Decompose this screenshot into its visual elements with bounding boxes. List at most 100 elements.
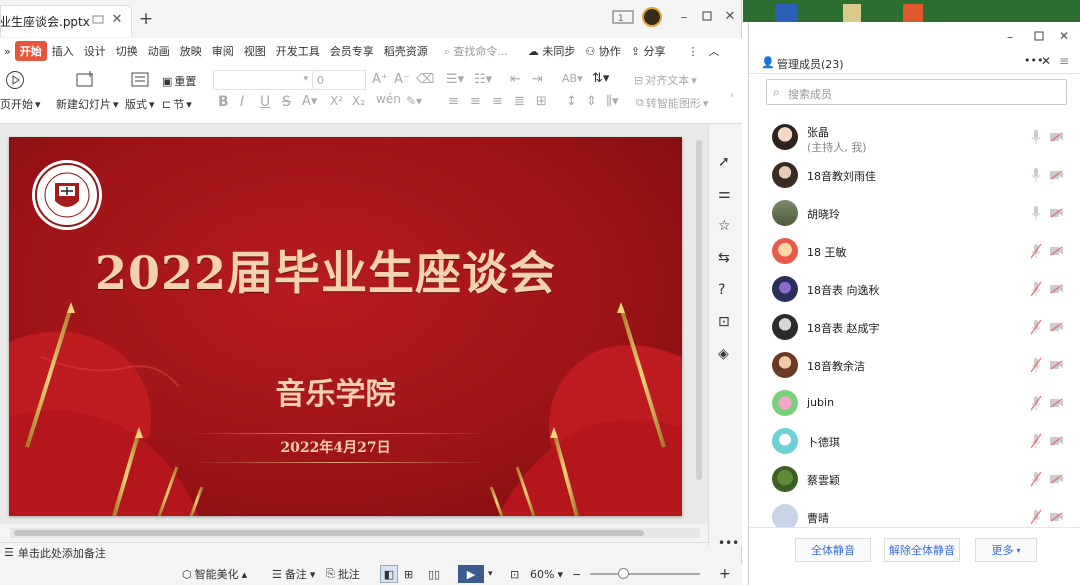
reading-view-icon[interactable]: ▯▯ [428, 568, 440, 581]
member-row[interactable]: jubin [749, 385, 1080, 423]
microphone-muted-icon[interactable] [1031, 319, 1041, 335]
unmute-all-button[interactable]: 解除全体静音 [884, 538, 960, 562]
collapse-ribbon-icon[interactable]: ︿ [704, 43, 725, 59]
menu-view[interactable]: 视图 [239, 43, 271, 59]
more-tools-icon[interactable]: ••• [718, 536, 739, 552]
new-slide-icon[interactable] [74, 70, 96, 90]
slideshow-play-button[interactable]: ▶ [458, 565, 484, 583]
zoom-select[interactable]: 60% ▾ [530, 568, 563, 581]
more-button[interactable]: 更多 ▾ [975, 538, 1037, 562]
menu-home[interactable]: 开始 [14, 41, 47, 61]
camera-off-icon[interactable] [1050, 436, 1064, 446]
fit-icon[interactable]: ⊡ [510, 568, 519, 581]
from-start-button[interactable]: 页开始 ▾ [0, 96, 41, 112]
smart-shape-button[interactable]: ⧉ 转智能图形 ▾ [636, 95, 708, 111]
close-tab-icon[interactable]: ✕ [111, 12, 123, 27]
microphone-icon[interactable] [1031, 129, 1041, 145]
member-row[interactable]: 胡晓玲 [749, 195, 1080, 233]
window-icon[interactable] [92, 14, 104, 26]
minimize-icon[interactable]: – [678, 10, 690, 25]
microphone-muted-icon[interactable] [1031, 509, 1041, 525]
camera-off-icon[interactable] [1050, 132, 1064, 142]
outdent-icon[interactable]: ⇤ [510, 72, 521, 87]
menu-animation[interactable]: 动画 [143, 43, 175, 59]
microphone-icon[interactable] [1031, 167, 1041, 183]
phonetic-icon[interactable]: wén [376, 92, 401, 106]
align-left-icon[interactable]: ≡ [448, 94, 459, 109]
minimize-icon[interactable]: – [1007, 30, 1013, 44]
strikethrough-icon[interactable]: S [282, 94, 291, 110]
reset-button[interactable]: ▣ 重置 [162, 73, 196, 89]
camera-off-icon[interactable] [1050, 170, 1064, 180]
member-row[interactable]: 18 王敏 [749, 233, 1080, 271]
align-right-icon[interactable]: ≡ [492, 94, 503, 109]
microphone-icon[interactable] [1031, 205, 1041, 221]
zoom-slider[interactable] [590, 573, 700, 575]
user-avatar[interactable] [642, 7, 662, 27]
close-panel-icon[interactable]: ✕ [1041, 54, 1051, 68]
switch-icon[interactable]: ⇆ [718, 250, 734, 266]
word-file-icon[interactable] [775, 4, 797, 22]
camera-off-icon[interactable] [1050, 322, 1064, 332]
zoom-in-icon[interactable]: + [719, 566, 731, 582]
microphone-muted-icon[interactable] [1031, 395, 1041, 411]
slide-canvas[interactable]: 2022届毕业生座谈会 音乐学院 2022年4月27日 [9, 137, 682, 516]
member-row[interactable]: 18音教刘雨佳 [749, 157, 1080, 195]
new-slide-button[interactable]: 新建幻灯片 ▾ [56, 96, 119, 112]
member-search-input[interactable]: ⌕ 搜索成员 [766, 79, 1067, 105]
font-color-icon[interactable]: A▾ [302, 94, 317, 109]
member-row[interactable]: 蔡雲颖 [749, 461, 1080, 499]
ribbon-scroll-right-icon[interactable]: › [730, 90, 734, 101]
sort-icon[interactable]: ⇅▾ [592, 71, 609, 86]
microphone-muted-icon[interactable] [1031, 281, 1041, 297]
member-row[interactable]: 卜德琪 [749, 423, 1080, 461]
notes-bar[interactable]: ☰ 单击此处添加备注 [0, 542, 708, 562]
close-window-icon[interactable]: ✕ [1059, 29, 1069, 43]
maximize-icon[interactable] [701, 10, 713, 22]
sliders-icon[interactable]: ⚌ [718, 186, 734, 202]
workspace-icon[interactable]: 1 [612, 10, 634, 24]
rocket-icon[interactable]: ➚ [718, 154, 734, 170]
microphone-muted-icon[interactable] [1031, 471, 1041, 487]
bold-icon[interactable]: B [218, 94, 229, 110]
menu-slideshow[interactable]: 放映 [175, 43, 207, 59]
microphone-muted-icon[interactable] [1031, 433, 1041, 449]
dropdown-arrow-icon[interactable]: ▾ [488, 569, 493, 579]
bullet-list-icon[interactable]: ☰▾ [446, 72, 464, 87]
more-menu-icon[interactable]: ⋮ [683, 45, 704, 58]
indent-icon[interactable]: ⇥ [532, 72, 543, 87]
location-icon[interactable]: ◈ [718, 346, 734, 362]
font-shrink-icon[interactable]: A⁻ [394, 72, 410, 87]
highlight-icon[interactable]: ✎▾ [406, 94, 422, 108]
layout-icon[interactable] [130, 70, 150, 90]
paragraph-spacing-icon[interactable]: ⇕ [586, 94, 597, 109]
member-row[interactable]: 张晶 (主持人, 我) [749, 119, 1080, 157]
section-button[interactable]: ⊏ 节 ▾ [162, 96, 192, 112]
menu-review[interactable]: 审阅 [207, 43, 239, 59]
italic-icon[interactable]: I [240, 94, 244, 110]
play-icon[interactable] [5, 70, 25, 90]
normal-view-icon[interactable]: ◧ [380, 565, 398, 583]
superscript-icon[interactable]: X² [330, 94, 343, 108]
font-family-select[interactable]: ▾ [213, 70, 313, 90]
menu-design[interactable]: 设计 [79, 43, 111, 59]
camera-off-icon[interactable] [1050, 360, 1064, 370]
clear-format-icon[interactable]: ⌫ [416, 72, 434, 87]
camera-off-icon[interactable] [1050, 474, 1064, 484]
menu-transition[interactable]: 切换 [111, 43, 143, 59]
camera-off-icon[interactable] [1050, 398, 1064, 408]
font-size-select[interactable]: 0 [312, 70, 366, 90]
text-direction-icon[interactable]: AB▾ [562, 72, 583, 85]
member-row[interactable]: 曹晴 [749, 499, 1080, 527]
scrollbar-thumb[interactable] [696, 140, 702, 480]
ppt-file-icon[interactable] [903, 4, 923, 22]
grid-view-icon[interactable]: ⊞ [404, 568, 413, 581]
help-icon[interactable]: ? [718, 282, 734, 298]
member-row[interactable]: 18音教余洁 [749, 347, 1080, 385]
mute-all-button[interactable]: 全体静音 [795, 538, 871, 562]
zoom-out-icon[interactable]: − [572, 568, 581, 581]
menu-member[interactable]: 会员专享 [325, 43, 379, 59]
maximize-icon[interactable] [1033, 30, 1045, 42]
line-spacing-icon[interactable]: ↕ [566, 94, 577, 109]
member-row[interactable]: 18音表 赵成宇 [749, 309, 1080, 347]
